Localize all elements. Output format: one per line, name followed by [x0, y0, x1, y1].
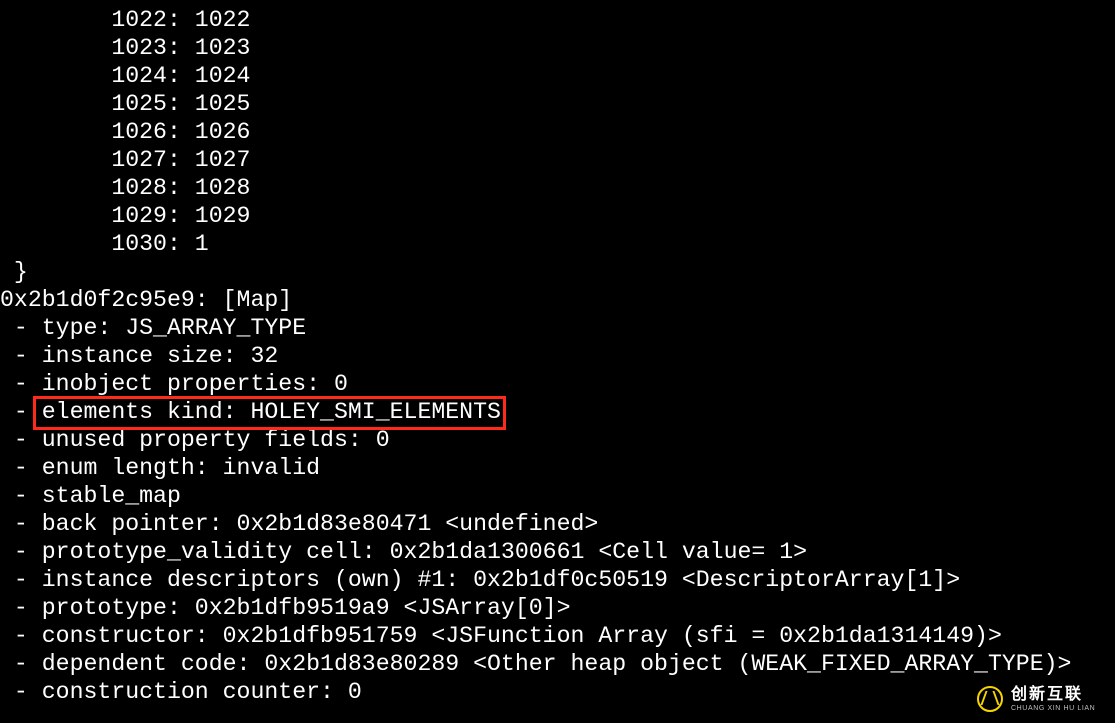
array-entry: 1025: 1025: [0, 90, 1115, 118]
map-field: - enum length: invalid: [0, 454, 1115, 482]
array-entry: 1022: 1022: [0, 6, 1115, 34]
array-entry: 1029: 1029: [0, 202, 1115, 230]
map-field: - dependent code: 0x2b1d83e80289 <Other …: [0, 650, 1115, 678]
terminal-output: 1021: 1021 1022: 1022 1023: 1023 1024: 1…: [0, 0, 1115, 723]
map-field: - construction counter: 0: [0, 678, 1115, 706]
watermark: 创新互联 CHUANG XIN HU LIAN: [969, 675, 1115, 723]
map-field: - prototype: 0x2b1dfb9519a9 <JSArray[0]>: [0, 594, 1115, 622]
map-field: - back pointer: 0x2b1d83e80471 <undefine…: [0, 510, 1115, 538]
watermark-cn: 创新互联: [1011, 687, 1095, 703]
watermark-text: 创新互联 CHUANG XIN HU LIAN: [1011, 687, 1095, 712]
map-field: - constructor: 0x2b1dfb951759 <JSFunctio…: [0, 622, 1115, 650]
map-field: - stable_map: [0, 482, 1115, 510]
map-field: - prototype_validity cell: 0x2b1da130066…: [0, 538, 1115, 566]
array-entry: 1024: 1024: [0, 62, 1115, 90]
array-entry: 1028: 1028: [0, 174, 1115, 202]
array-close-brace: }: [0, 258, 1115, 286]
map-field: - inobject properties: 0: [0, 370, 1115, 398]
array-entry: 1027: 1027: [0, 146, 1115, 174]
array-entry: 1026: 1026: [0, 118, 1115, 146]
map-field: - unused property fields: 0: [0, 426, 1115, 454]
array-entry: 1030: 1: [0, 230, 1115, 258]
map-header: 0x2b1d0f2c95e9: [Map]: [0, 286, 1115, 314]
map-field: - instance size: 32: [0, 342, 1115, 370]
map-field: - elements kind: HOLEY_SMI_ELEMENTS: [0, 398, 1115, 426]
map-field: - instance descriptors (own) #1: 0x2b1df…: [0, 566, 1115, 594]
map-field: - type: JS_ARRAY_TYPE: [0, 314, 1115, 342]
watermark-logo-icon: [977, 686, 1003, 712]
watermark-en: CHUANG XIN HU LIAN: [1011, 705, 1095, 712]
array-entry: 1023: 1023: [0, 34, 1115, 62]
